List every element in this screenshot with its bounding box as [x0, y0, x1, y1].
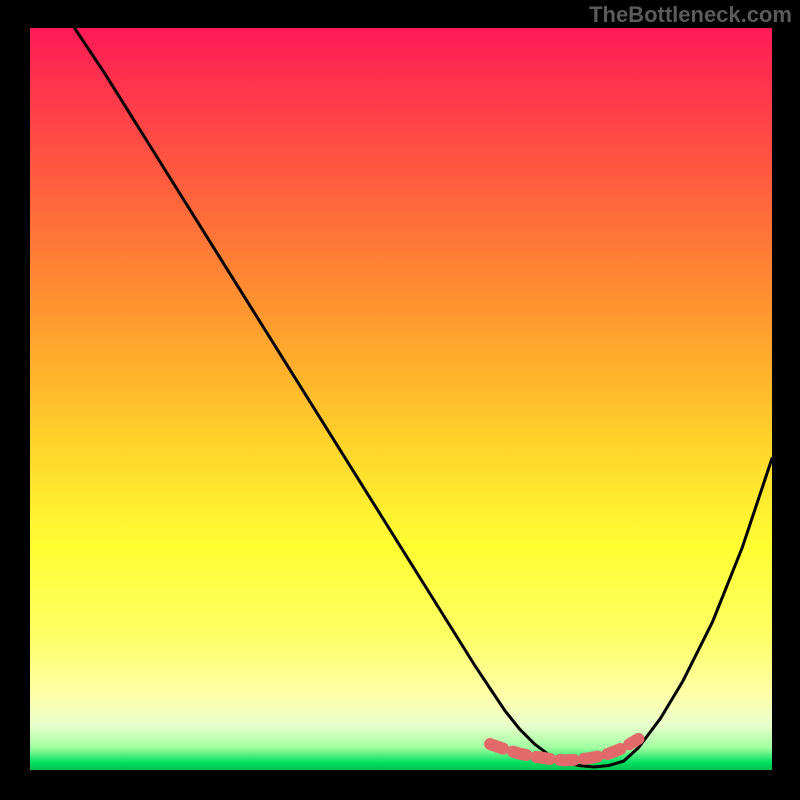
plot-area: [30, 28, 772, 770]
optimal-range-highlight: [490, 739, 638, 761]
chart-container: TheBottleneck.com: [0, 0, 800, 800]
bottleneck-curve: [75, 28, 772, 767]
chart-svg: [30, 28, 772, 770]
attribution-label: TheBottleneck.com: [589, 2, 792, 28]
